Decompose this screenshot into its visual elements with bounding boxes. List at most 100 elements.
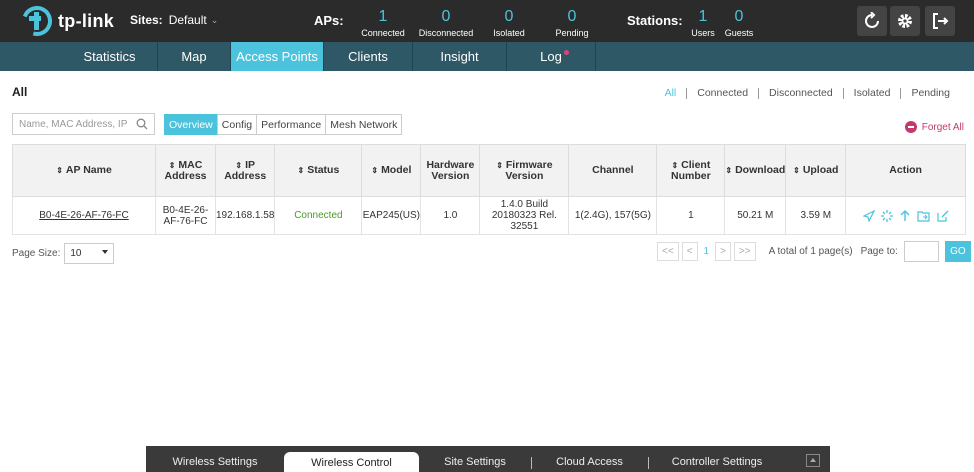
logout-button[interactable] — [925, 6, 955, 36]
sort-icon: ⇕ — [671, 160, 679, 170]
stat-number: 0 — [734, 8, 744, 25]
ap-name-link[interactable]: B0-4E-26-AF-76-FC — [39, 210, 128, 221]
search-placeholder: Name, MAC Address, IP — [19, 119, 128, 130]
filter-isolated[interactable]: Isolated — [842, 88, 901, 99]
tab-log-label: Log — [540, 49, 562, 64]
stat-number: 0 — [441, 8, 451, 25]
search-input[interactable]: Name, MAC Address, IP — [12, 113, 155, 135]
page-to-input[interactable] — [903, 241, 939, 262]
tab-site-settings[interactable]: Site Settings — [419, 446, 531, 472]
col-ip[interactable]: ⇕ IP Address — [214, 144, 276, 197]
page-size-value: 10 — [70, 248, 82, 259]
tab-wireless-control[interactable]: Wireless Control — [284, 452, 419, 472]
collapse-icon[interactable] — [806, 454, 820, 467]
filter-pending[interactable]: Pending — [900, 88, 960, 99]
col-channel: Channel — [568, 144, 658, 197]
aps-disconnected-stat[interactable]: 0 Disconnected — [416, 8, 476, 38]
go-button[interactable]: GO — [944, 241, 971, 262]
col-firmware-version[interactable]: ⇕ Firmware Version — [479, 144, 570, 197]
aps-connected-stat[interactable]: 1 Connected — [353, 8, 413, 38]
tab-clients[interactable]: Clients — [324, 42, 413, 71]
locate-icon[interactable] — [862, 209, 875, 222]
sort-icon: ⇕ — [235, 160, 243, 170]
tp-link-logo-icon — [22, 6, 52, 36]
total-pages: A total of 1 page(s) — [768, 246, 853, 257]
stations-guests-stat[interactable]: 0 Guests — [709, 8, 769, 38]
tab-performance[interactable]: Performance — [256, 114, 327, 135]
col-hardware-version: Hardware Version — [420, 144, 481, 197]
next-page-button[interactable]: > — [715, 242, 731, 261]
status-filters: All Connected Disconnected Isolated Pend… — [655, 88, 960, 99]
col-model[interactable]: ⇕ Model — [361, 144, 422, 197]
aps-isolated-stat[interactable]: 0 Isolated — [479, 8, 539, 38]
aps-label: APs: — [314, 13, 344, 28]
page-to-label: Page to: — [860, 246, 898, 257]
edit-icon[interactable] — [937, 210, 949, 222]
col-label: Upload — [802, 164, 839, 176]
tab-log[interactable]: Log — [507, 42, 596, 71]
tab-map[interactable]: Map — [158, 42, 231, 71]
prev-page-button[interactable]: < — [681, 242, 698, 261]
first-page-button[interactable]: << — [657, 242, 679, 261]
tab-statistics[interactable]: Statistics — [62, 42, 158, 71]
table-row[interactable]: B0-4E-26-AF-76-FC B0-4E-26-AF-76-FC 192.… — [12, 196, 966, 235]
refresh-button[interactable] — [857, 6, 887, 36]
tab-controller-settings[interactable]: Controller Settings — [648, 446, 786, 472]
col-mac[interactable]: ⇕ MAC Address — [155, 144, 216, 197]
cell-ip: 192.168.1.58 — [214, 196, 276, 235]
move-site-icon[interactable] — [917, 210, 931, 222]
cell-channel: 1(2.4G), 157(5G) — [568, 196, 658, 235]
stat-label: Pending — [555, 28, 589, 38]
current-page[interactable]: 1 — [704, 246, 710, 257]
upgrade-icon[interactable] — [899, 209, 911, 222]
page-size-control: Page Size: 10 — [12, 243, 115, 264]
sort-icon: ⇕ — [56, 166, 63, 175]
minus-circle-icon — [904, 121, 917, 133]
reboot-icon[interactable] — [880, 209, 893, 222]
tab-mesh-network[interactable]: Mesh Network — [325, 114, 403, 135]
tab-insight[interactable]: Insight — [413, 42, 507, 71]
cell-clients: 1 — [656, 196, 726, 235]
cell-hw: 1.0 — [420, 196, 481, 235]
forget-all-button[interactable]: Forget All — [904, 121, 964, 133]
filter-all[interactable]: All — [655, 88, 687, 99]
sort-icon: ⇕ — [168, 160, 176, 170]
col-label: Hardware Version — [426, 158, 475, 182]
stat-number: 0 — [567, 8, 577, 25]
chevron-down-icon: ⌄ — [210, 14, 219, 25]
tab-overview[interactable]: Overview — [164, 114, 218, 135]
logo: tp-link — [22, 6, 114, 36]
caret-down-icon — [102, 250, 109, 254]
tab-access-points[interactable]: Access Points — [231, 42, 324, 71]
aps-pending-stat[interactable]: 0 Pending — [542, 8, 602, 38]
filter-connected[interactable]: Connected — [686, 88, 758, 99]
cell-fw: 1.4.0 Build 20180323 Rel. 32551 — [479, 196, 570, 235]
site-selector[interactable]: Sites: Default ⌄ — [130, 13, 218, 27]
tab-wireless-settings[interactable]: Wireless Settings — [146, 446, 284, 472]
col-download[interactable]: ⇕ Download — [724, 144, 787, 197]
search-icon — [136, 118, 148, 130]
col-upload[interactable]: ⇕ Upload — [785, 144, 847, 197]
brand-name: tp-link — [58, 10, 115, 31]
gear-icon — [898, 14, 912, 28]
col-status[interactable]: ⇕ Status — [274, 144, 363, 197]
col-action: Action — [845, 144, 966, 197]
ap-table: ⇕ AP Name ⇕ MAC Address ⇕ IP Address ⇕ Statu… — [12, 144, 966, 235]
stat-label: Isolated — [493, 28, 525, 38]
cell-upload: 3.59 M — [785, 196, 847, 235]
tab-config[interactable]: Config — [216, 114, 258, 135]
col-ap-name[interactable]: ⇕ AP Name — [12, 144, 156, 197]
stat-label: Disconnected — [418, 28, 474, 38]
settings-button[interactable] — [890, 6, 920, 36]
page-size-select[interactable]: 10 — [64, 243, 115, 264]
tab-cloud-access[interactable]: Cloud Access — [531, 446, 648, 472]
sort-icon: ⇕ — [297, 166, 305, 175]
stat-label: Guests — [724, 28, 754, 38]
filter-disconnected[interactable]: Disconnected — [758, 88, 843, 99]
cell-model: EAP245(US) — [361, 196, 422, 235]
col-label: Download — [735, 164, 786, 176]
col-label: Firmware Version — [505, 158, 553, 182]
col-label: Channel — [592, 164, 634, 176]
last-page-button[interactable]: >> — [733, 242, 756, 261]
col-client-number[interactable]: ⇕ Client Number — [656, 144, 726, 197]
